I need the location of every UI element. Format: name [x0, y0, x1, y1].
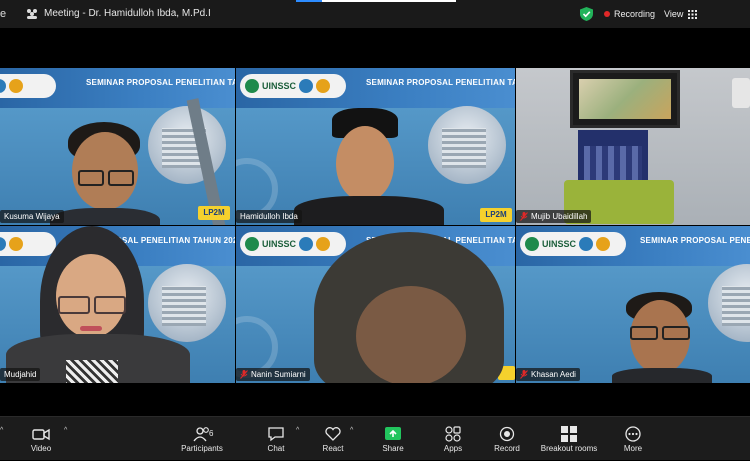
uinssc-logo: UINSSC	[240, 232, 346, 256]
banner-heading: SEMINAR PROPOSAL PENELITIAN TAHUN 2025	[366, 78, 515, 87]
uinssc-logo-icon	[525, 237, 539, 251]
video-camera-icon	[32, 428, 50, 440]
video-tile-kusuma-wijaya[interactable]: UINSSC SEMINAR PROPOSAL PENELITIAN TAHUN…	[0, 68, 235, 225]
logo-text: UINSSC	[542, 239, 577, 249]
breakout-rooms-icon	[561, 425, 577, 442]
name-tag: Mudjahid	[0, 368, 41, 381]
app-name-fragment: e	[0, 8, 7, 20]
uinssc-logo-icon	[245, 79, 259, 93]
more-button[interactable]: More	[598, 417, 668, 461]
name-tag: Kusuma Wijaya	[0, 210, 64, 223]
logo-text: UINSSC	[262, 239, 297, 249]
share-screen-icon	[385, 426, 401, 440]
participants-button[interactable]: 6 Participants	[167, 417, 237, 461]
wall-map-frame	[570, 70, 680, 128]
uinssc-logo: UINSSC	[0, 232, 56, 256]
name-tag: Nanin Sumiarni	[236, 368, 310, 381]
recording-label: Recording	[614, 9, 656, 19]
apps-label: Apps	[443, 443, 463, 453]
lp2m-logo: LP2M	[198, 206, 230, 220]
participant-name: Kusuma Wijaya	[4, 212, 60, 221]
participants-count: 6	[209, 429, 214, 438]
name-tag: Khasan Aedi	[516, 368, 580, 381]
participant-name: Mudjahid	[4, 370, 37, 379]
lp2m-logo: LP2M	[480, 208, 512, 222]
record-button[interactable]: Record	[472, 417, 542, 461]
blu-logo-icon	[579, 237, 594, 251]
participants-label: Participants	[181, 443, 223, 453]
banner-heading: SEMINAR PROPOSAL PENELITIAN T	[640, 236, 750, 245]
apps-icon	[445, 425, 461, 442]
security-shield-icon[interactable]	[580, 7, 593, 21]
window-title: Meeting - Dr. Hamidulloh Ibda, M.Pd.I	[44, 8, 211, 19]
video-tile-nanin-sumiarni[interactable]: UINSSC SEMINAR PROPOSAL PENELITIAN TAHUN…	[236, 226, 515, 383]
view-label: View	[664, 9, 684, 19]
video-options-caret[interactable]: ^	[64, 427, 67, 434]
record-dot-icon	[604, 11, 610, 17]
cu-logo-icon	[9, 237, 24, 251]
tile-banner: UINSSC SEMINAR PROPOSAL PENELITIAN TAHUN…	[236, 68, 515, 108]
window-edge-accent	[296, 0, 322, 2]
view-button[interactable]: View	[664, 9, 698, 19]
video-tile-khasan-aedi[interactable]: UINSSC SEMINAR PROPOSAL PENELITIAN T Kha…	[516, 226, 750, 383]
cu-logo-icon	[9, 79, 24, 93]
name-tag: Mujib Ubaidillah	[516, 210, 592, 223]
title-bar: e Meeting - Dr. Hamidulloh Ibda, M.Pd.I …	[0, 0, 750, 28]
heart-icon	[325, 426, 341, 441]
banner-heading: POSAL PENELITIAN TAHUN 2025	[110, 236, 235, 245]
microphone-muted-icon	[240, 370, 248, 379]
blu-logo-icon	[0, 237, 7, 251]
chat-label: Chat	[267, 443, 285, 453]
microphone-muted-icon	[520, 370, 528, 379]
building-image	[428, 106, 506, 184]
participant-name: Mujib Ubaidillah	[531, 212, 588, 221]
video-label: Video	[30, 443, 52, 453]
tile-banner: UINSSC SEMINAR PROPOSAL PENELITIAN TAHUN…	[0, 68, 235, 108]
more-dots-icon	[625, 425, 641, 442]
participant-name: Nanin Sumiarni	[251, 370, 306, 379]
record-label: Record	[494, 443, 520, 453]
meeting-toolbar: ^ Video ^ 6 Participants Chat ^ React ^	[0, 416, 750, 460]
more-label: More	[623, 443, 643, 453]
building-image	[148, 264, 226, 342]
chat-bubble-icon	[268, 426, 284, 441]
uinssc-logo: UINSSC	[520, 232, 626, 256]
cu-logo-icon	[316, 79, 331, 93]
breakout-rooms-label: Breakout rooms	[540, 443, 598, 453]
blu-logo-icon	[299, 237, 314, 251]
recording-indicator[interactable]: Recording	[604, 9, 655, 19]
blu-logo-icon	[299, 79, 314, 93]
microphone-muted-icon	[520, 212, 528, 221]
participant-name: Khasan Aedi	[531, 370, 576, 379]
record-icon	[499, 426, 515, 441]
name-tag: Hamidulloh Ibda	[236, 210, 302, 223]
blu-logo-icon	[0, 79, 7, 93]
meeting-icon	[27, 9, 37, 19]
breakout-rooms-button[interactable]: Breakout rooms	[534, 417, 604, 461]
react-options-caret[interactable]: ^	[350, 427, 353, 434]
uinssc-logo-icon	[245, 237, 259, 251]
wall-fixture	[732, 78, 750, 108]
uinssc-logo: UINSSC	[0, 74, 56, 98]
audio-options-caret[interactable]: ^	[0, 427, 3, 434]
logo-text: UINSSC	[262, 81, 297, 91]
uinssc-logo: UINSSC	[240, 74, 346, 98]
video-tile-mudjahid[interactable]: UINSSC POSAL PENELITIAN TAHUN 2025 Mudja…	[0, 226, 235, 383]
react-label: React	[322, 443, 344, 453]
video-gallery: UINSSC SEMINAR PROPOSAL PENELITIAN TAHUN…	[0, 28, 750, 416]
participant-name: Hamidulloh Ibda	[240, 212, 298, 221]
video-tile-hamidulloh-ibda[interactable]: UINSSC SEMINAR PROPOSAL PENELITIAN TAHUN…	[236, 68, 515, 225]
grid-view-icon	[688, 9, 698, 19]
video-tile-mujib-ubaidillah[interactable]: Mujib Ubaidillah	[516, 68, 750, 225]
cu-logo-icon	[316, 237, 331, 251]
share-label: Share	[382, 443, 404, 453]
cu-logo-icon	[596, 237, 611, 251]
video-button[interactable]: Video	[6, 417, 76, 461]
tile-banner: UINSSC SEMINAR PROPOSAL PENELITIAN T	[516, 226, 750, 266]
banner-heading: SEMINAR PROPOSAL PENELITIAN TAHUN 2025	[86, 78, 235, 87]
